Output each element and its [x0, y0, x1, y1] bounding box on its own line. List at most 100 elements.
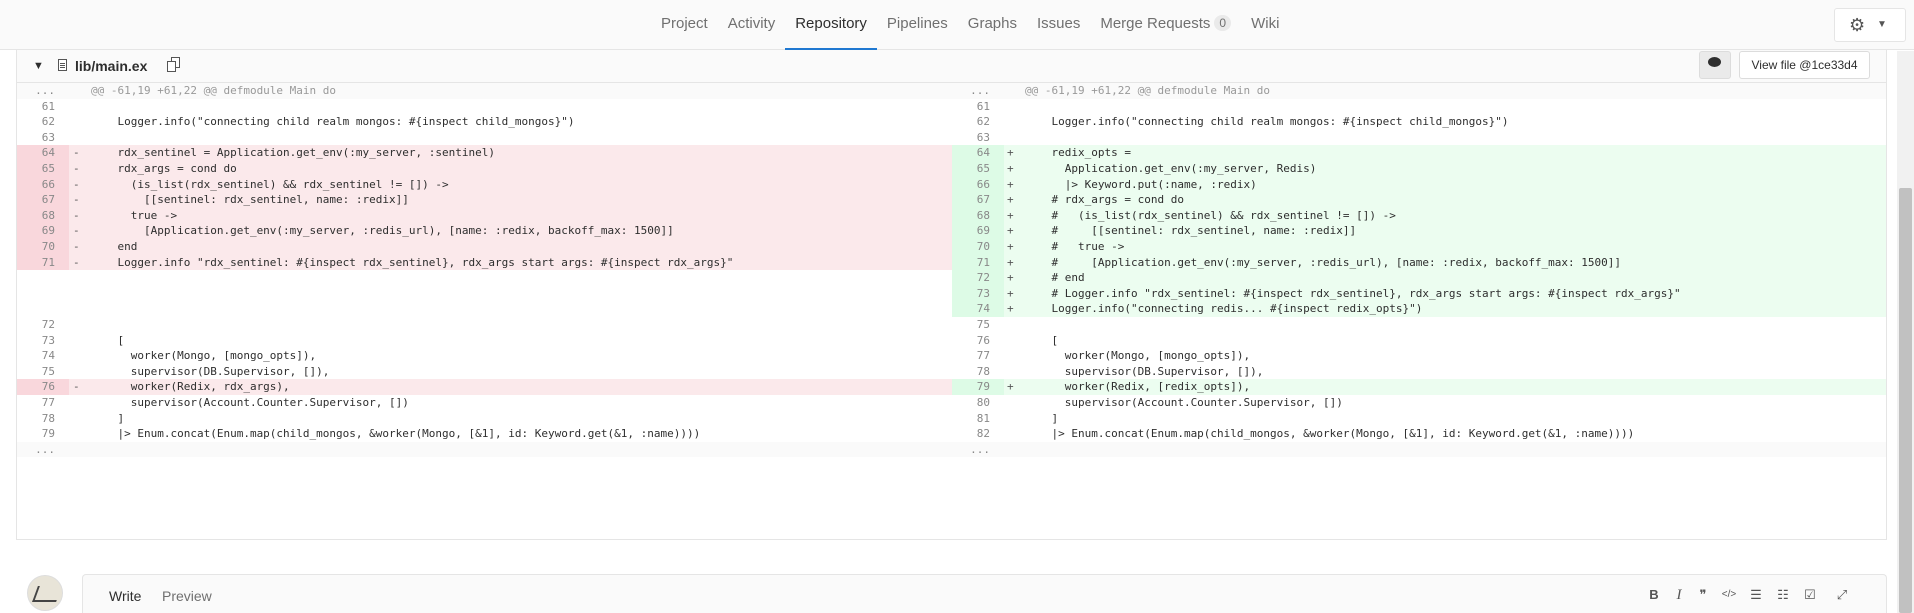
old-line-number[interactable] — [17, 286, 55, 302]
new-line-number[interactable]: 71 — [952, 255, 990, 271]
old-line-number[interactable]: 79 — [17, 426, 55, 442]
new-line-number[interactable]: 80 — [952, 395, 990, 411]
collapse-caret-icon[interactable]: ▼ — [33, 56, 44, 76]
new-line-number[interactable]: 77 — [952, 348, 990, 364]
italic-icon[interactable]: I — [1670, 586, 1688, 604]
nav-pipelines[interactable]: Pipelines — [877, 0, 958, 50]
old-code-line: @@ -61,19 +61,22 @@ defmodule Main do — [91, 84, 337, 97]
old-line-number[interactable]: 78 — [17, 411, 55, 427]
new-line-number[interactable]: 62 — [952, 114, 990, 130]
old-line-number[interactable]: 64 — [17, 145, 55, 161]
old-code-line: true -> — [91, 208, 178, 222]
old-code-line — [91, 286, 951, 302]
new-line-number[interactable]: 65 — [952, 161, 990, 177]
gear-icon: ⚙ — [1849, 15, 1866, 35]
quote-icon[interactable]: ❞ — [1694, 586, 1712, 604]
new-code-line: ] — [1025, 411, 1059, 425]
new-line-number[interactable]: 78 — [952, 364, 990, 380]
old-line-number[interactable]: ... — [17, 442, 55, 458]
old-line-number[interactable]: 68 — [17, 208, 55, 224]
new-line-number[interactable]: 74 — [952, 301, 990, 317]
old-line-number[interactable]: 71 — [17, 255, 55, 271]
new-line-number[interactable]: 64 — [952, 145, 990, 161]
old-line-number[interactable]: 65 — [17, 161, 55, 177]
new-code-line: # rdx_args = cond do — [1025, 193, 1184, 207]
new-line-number[interactable]: 72 — [952, 270, 990, 286]
old-line-number[interactable] — [17, 270, 55, 286]
new-code-line: # [Application.get_env(:my_server, :redi… — [1025, 255, 1622, 269]
diff-row: 70 end 70 # true -> - + — [17, 239, 1886, 255]
new-line-number[interactable]: 69 — [952, 223, 990, 239]
diff-file-panel: ▼ lib/main.ex View file @1ce33d4 ... @@ -… — [16, 50, 1887, 540]
nav-graphs[interactable]: Graphs — [958, 0, 1027, 50]
diff-row: ... @@ -61,19 +61,22 @@ defmodule Main do… — [17, 83, 1886, 99]
task-list-icon[interactable]: ☑ — [1801, 586, 1819, 604]
old-code-line: (is_list(rdx_sentinel) && rdx_sentinel !… — [91, 177, 449, 191]
new-line-number[interactable]: ... — [952, 83, 990, 99]
old-line-number[interactable]: 67 — [17, 192, 55, 208]
new-line-number[interactable]: 76 — [952, 333, 990, 349]
new-line-number[interactable]: 70 — [952, 239, 990, 255]
new-line-number[interactable]: 63 — [952, 130, 990, 146]
nav-wiki[interactable]: Wiki — [1241, 0, 1289, 50]
new-line-number[interactable]: 67 — [952, 192, 990, 208]
old-line-number[interactable]: 70 — [17, 239, 55, 255]
old-line-number[interactable]: 69 — [17, 223, 55, 239]
old-line-number[interactable]: 75 — [17, 364, 55, 380]
new-line-number[interactable]: 81 — [952, 411, 990, 427]
old-line-number[interactable]: 74 — [17, 348, 55, 364]
new-line-number[interactable]: 61 — [952, 99, 990, 115]
nav-merge-requests[interactable]: Merge Requests 0 — [1090, 0, 1241, 50]
new-line-number[interactable]: ... — [952, 442, 990, 458]
file-header: ▼ lib/main.ex View file @1ce33d4 — [17, 50, 1886, 83]
new-line-number[interactable]: 82 — [952, 426, 990, 442]
old-line-number[interactable]: 77 — [17, 395, 55, 411]
numbered-list-icon[interactable]: ☷ — [1774, 586, 1792, 604]
old-code-line — [91, 317, 951, 333]
new-line-number[interactable]: 68 — [952, 208, 990, 224]
diff-row: 72 75 — [17, 317, 1886, 333]
old-code-line: [ — [91, 333, 125, 347]
new-code-line — [1025, 99, 1885, 115]
nav-label: Graphs — [967, 15, 1017, 32]
new-code-line: # true -> — [1025, 240, 1125, 253]
bullet-list-icon[interactable]: ☰ — [1747, 586, 1765, 604]
old-code-line: supervisor(DB.Supervisor, []), — [91, 364, 330, 378]
avatar[interactable] — [27, 575, 63, 611]
tab-write[interactable]: Write — [109, 587, 141, 605]
new-code-line: supervisor(Account.Counter.Supervisor, [… — [1025, 396, 1343, 409]
code-icon[interactable]: </> — [1720, 586, 1738, 604]
nav-label: Issues — [1036, 15, 1081, 32]
old-line-number[interactable]: 76 — [17, 379, 55, 395]
old-code-line: Logger.info "rdx_sentinel: #{inspect rdx… — [91, 255, 734, 269]
new-code-line — [1025, 442, 1885, 458]
old-line-number[interactable]: 61 — [17, 99, 55, 115]
old-code-line — [91, 442, 951, 458]
scrollbar-thumb[interactable] — [1899, 188, 1912, 613]
nav-project[interactable]: Project — [651, 0, 718, 50]
bold-icon[interactable]: B — [1645, 586, 1663, 604]
old-line-number[interactable]: 62 — [17, 114, 55, 130]
fullscreen-icon[interactable]: ⤢ — [1833, 586, 1851, 604]
old-line-number[interactable]: ... — [17, 83, 55, 99]
nav-activity[interactable]: Activity — [718, 0, 786, 50]
old-line-number[interactable]: 66 — [17, 177, 55, 193]
new-line-number[interactable]: 79 — [952, 379, 990, 395]
new-line-number[interactable]: 66 — [952, 177, 990, 193]
file-icon — [58, 59, 67, 71]
old-line-number[interactable]: 73 — [17, 333, 55, 349]
old-line-number[interactable] — [17, 301, 55, 317]
nav-repository[interactable]: Repository — [785, 0, 877, 50]
nav-issues[interactable]: Issues — [1027, 0, 1090, 50]
tab-preview[interactable]: Preview — [162, 587, 212, 605]
old-line-number[interactable]: 63 — [17, 130, 55, 146]
old-line-number[interactable]: 72 — [17, 317, 55, 333]
nav-label: Merge Requests — [1100, 15, 1211, 32]
comments-toggle-button[interactable] — [1699, 51, 1731, 79]
new-line-number[interactable]: 75 — [952, 317, 990, 333]
copy-icon[interactable] — [167, 57, 181, 73]
diff-row: 75 supervisor(DB.Supervisor, []), 78 supe… — [17, 364, 1886, 380]
new-line-number[interactable]: 73 — [952, 286, 990, 302]
settings-dropdown-button[interactable]: ⚙ ▼ — [1834, 8, 1906, 42]
view-file-button[interactable]: View file @1ce33d4 — [1739, 51, 1870, 79]
